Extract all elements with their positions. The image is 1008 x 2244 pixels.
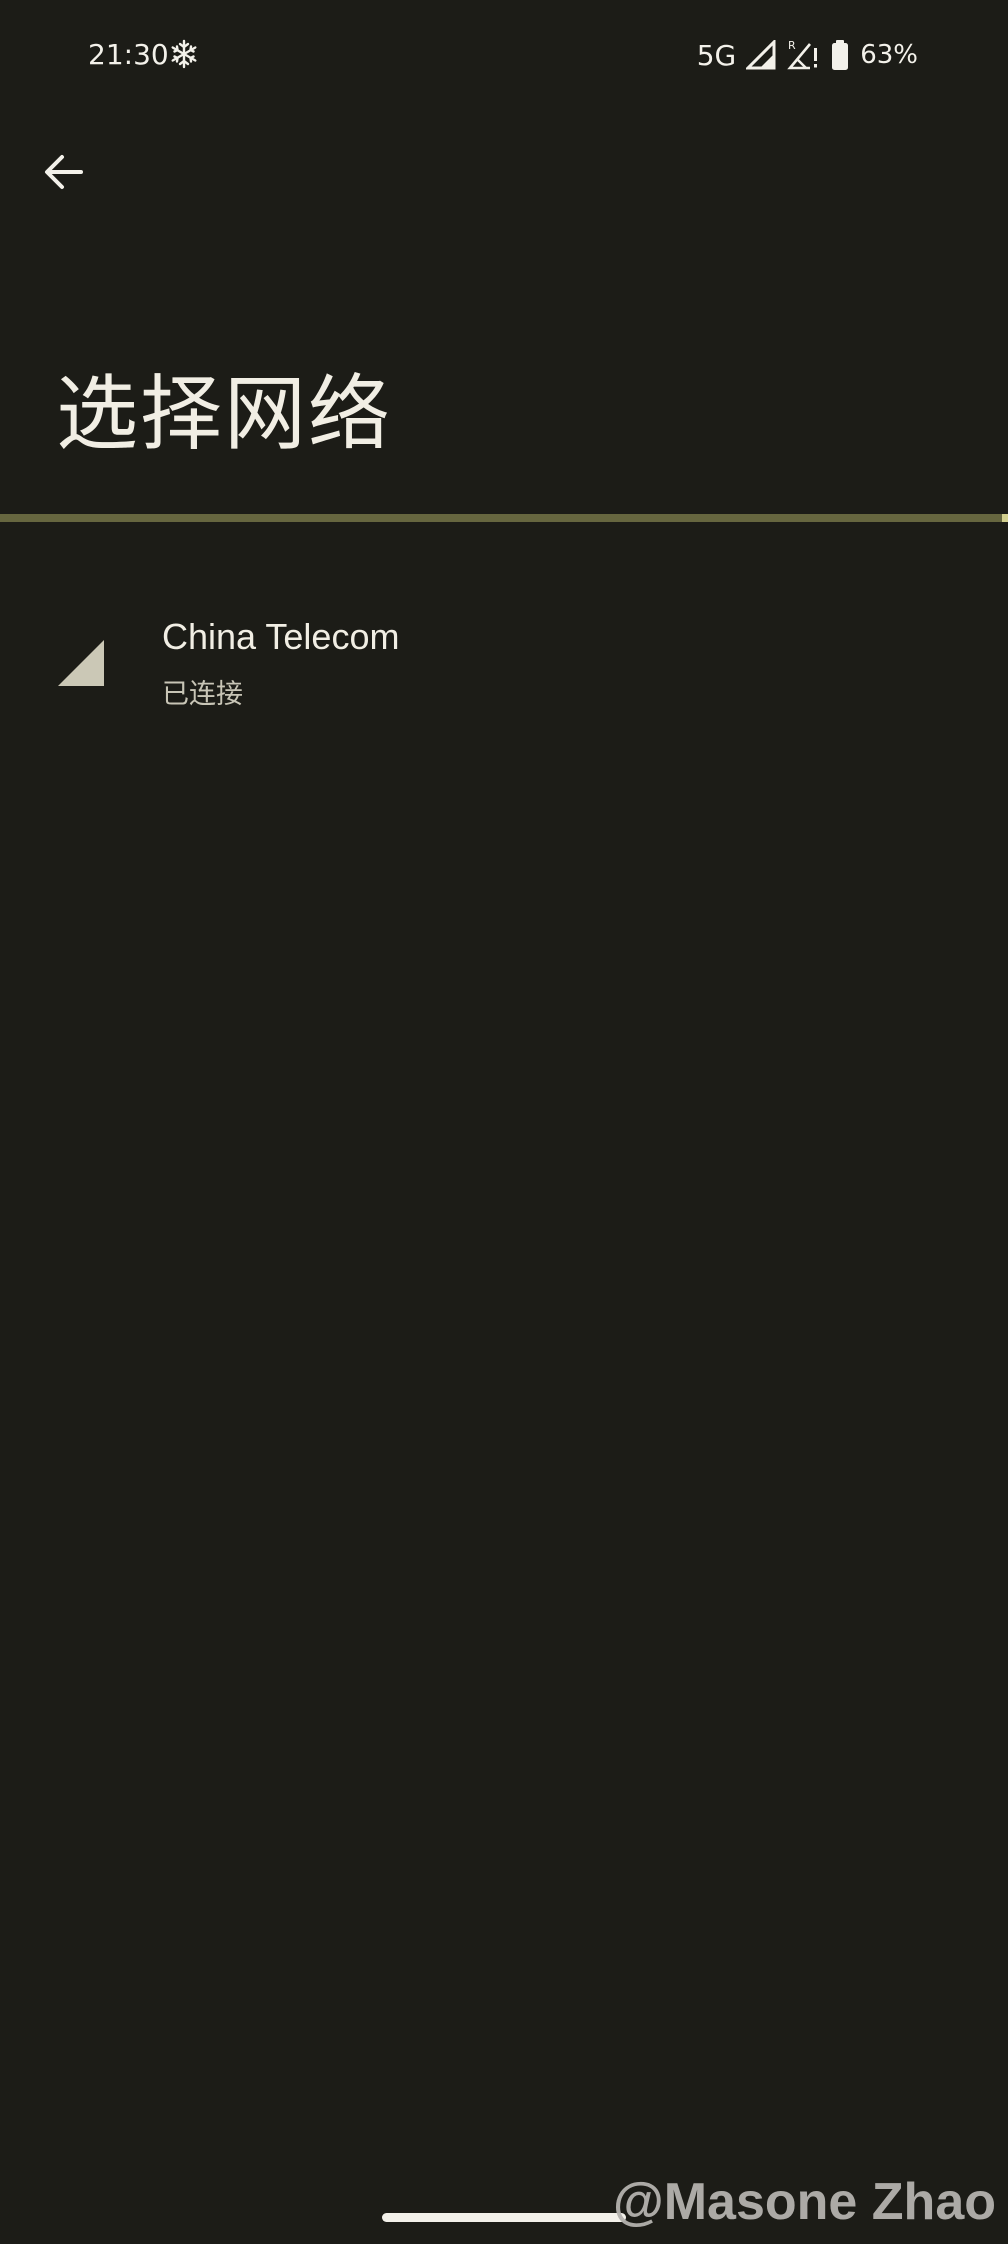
network-status: 已连接 [162, 679, 243, 710]
status-bar: 21:30 5G R 63% [0, 0, 1008, 120]
status-time: 21:30 [88, 38, 169, 71]
watermark: @Masone Zhao [613, 2173, 996, 2231]
battery-icon [832, 40, 849, 70]
network-name: China Telecom [162, 616, 400, 657]
arrow-left-icon [45, 155, 83, 189]
status-icons: 5G R 63% [697, 38, 918, 72]
home-indicator[interactable] [382, 2213, 626, 2222]
network-type-label: 5G [696, 38, 737, 72]
divider-line [0, 514, 1008, 522]
page-title: 选择网络 [56, 367, 393, 462]
signal-icon [746, 40, 776, 70]
roaming-signal-alert-icon: R [787, 39, 818, 70]
battery-percent: 63% [860, 40, 918, 70]
cellular-signal-icon [58, 640, 104, 686]
network-list-item[interactable]: China Telecom 已连接 [0, 590, 1008, 720]
back-button[interactable] [32, 140, 96, 204]
snowflake-icon [171, 39, 197, 69]
svg-text:R: R [788, 39, 796, 52]
divider-line-end [1002, 514, 1008, 522]
